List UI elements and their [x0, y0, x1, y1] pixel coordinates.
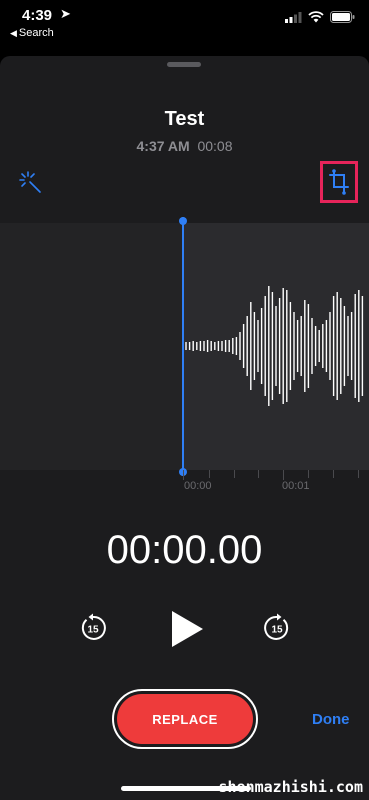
magic-wand-icon[interactable]	[18, 170, 42, 194]
status-time: 4:39	[22, 7, 53, 24]
replace-button-ring: REPLACE	[112, 689, 258, 749]
ruler-tick	[234, 470, 235, 478]
playhead[interactable]	[179, 217, 187, 476]
status-icons	[285, 11, 355, 23]
location-arrow-icon: ➤	[60, 6, 71, 21]
playback-controls: 15 15	[0, 607, 369, 651]
crop-icon	[329, 169, 349, 195]
watermark: shenmazhishi.com	[218, 778, 364, 796]
ruler-tick	[358, 470, 359, 478]
sheet-grabber[interactable]	[167, 62, 201, 67]
done-button[interactable]: Done	[312, 711, 350, 728]
ruler-tick	[283, 470, 284, 480]
cellular-signal-icon	[285, 11, 302, 23]
wifi-icon	[308, 11, 324, 23]
replace-button[interactable]: REPLACE	[117, 694, 253, 744]
ruler-tick	[333, 470, 334, 478]
timeline-label-second: 00:01	[282, 480, 310, 492]
skip-forward-15-button[interactable]: 15	[262, 613, 292, 643]
battery-icon	[330, 11, 355, 23]
playhead-top-handle[interactable]	[179, 217, 187, 225]
skip-forward-label: 15	[271, 625, 283, 636]
ruler-tick	[258, 470, 259, 478]
recording-meta: 4:37 AM 00:08	[0, 138, 369, 154]
ruler-tick	[209, 470, 210, 478]
ruler-tick	[308, 470, 309, 478]
timeline-label-start: 00:00	[184, 480, 212, 492]
back-arrow-icon: ◀	[10, 28, 17, 38]
waveform-view[interactable]	[0, 217, 369, 476]
play-button[interactable]	[167, 609, 207, 649]
recording-title[interactable]: Test	[0, 108, 369, 131]
timeline-ruler: 00:00 00:01	[0, 470, 369, 500]
back-to-search-link[interactable]: ◀ Search	[10, 27, 54, 39]
back-label: Search	[18, 27, 54, 39]
recording-date: 4:37 AM	[136, 138, 190, 154]
ruler-tick	[183, 470, 184, 480]
waveform	[185, 286, 364, 406]
trim-button[interactable]	[320, 161, 358, 203]
recording-sheet: Test 4:37 AM 00:08 00:00 00:01 00:00.00 …	[0, 56, 369, 800]
status-bar: 4:39 ➤ ◀ Search	[0, 0, 369, 44]
skip-back-label: 15	[87, 625, 99, 636]
skip-back-15-button[interactable]: 15	[78, 613, 108, 643]
elapsed-time: 00:00.00	[106, 528, 263, 572]
recording-duration: 00:08	[197, 138, 233, 154]
